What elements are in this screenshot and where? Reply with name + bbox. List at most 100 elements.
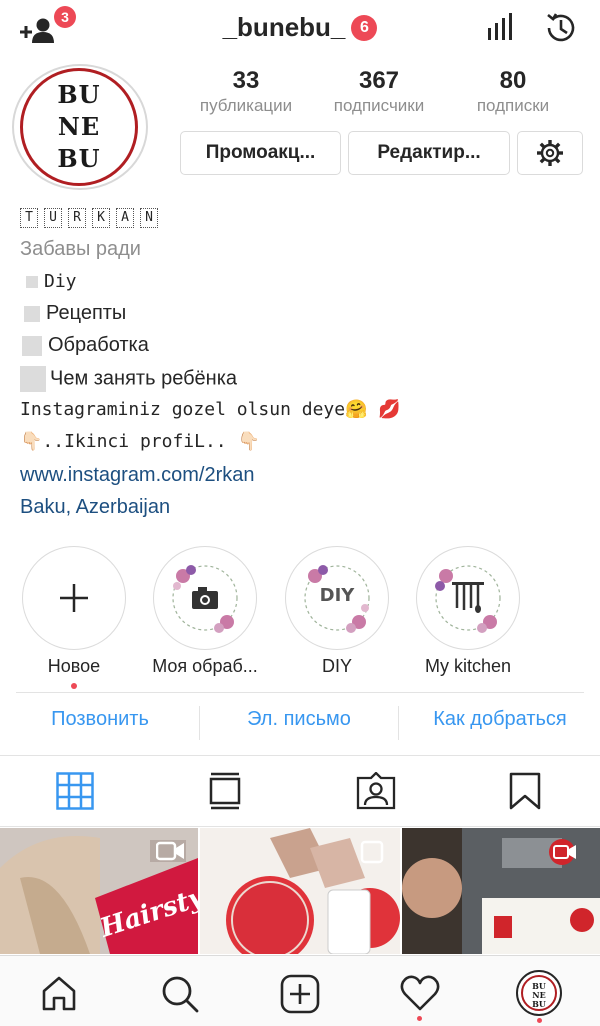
avatar-logo-text: NE (57, 112, 101, 141)
bio-item: Рецепты (46, 302, 127, 324)
bio-line: Рецепты (20, 302, 126, 325)
edit-profile-button[interactable]: Редактир... (348, 131, 510, 175)
add-post-icon (280, 974, 320, 1014)
location-link[interactable]: Baku, Azerbaijan (20, 496, 170, 519)
email-button[interactable]: Эл. письмо (215, 708, 383, 731)
search-icon (162, 976, 199, 1013)
bar-chart-icon (488, 13, 512, 40)
bio-item: Чем занять ребёнка (50, 367, 238, 390)
name-letter: A (116, 208, 134, 228)
tab-feed[interactable] (208, 772, 242, 815)
tab-saved[interactable] (508, 772, 542, 815)
name-letter: K (92, 208, 110, 228)
highlight-circle: DIY (285, 546, 389, 650)
profile-name: TURKAN (20, 206, 164, 228)
archive-button[interactable] (543, 10, 579, 51)
stat-posts-count: 33 (232, 67, 260, 94)
bio-line: Обработка (20, 334, 149, 357)
square-bullet-icon (20, 366, 46, 392)
stat-posts-label: публикации (199, 96, 293, 115)
video-icon (549, 839, 576, 865)
stat-following[interactable]: 80 подписки (448, 66, 578, 116)
highlight-circle (416, 546, 520, 650)
highlight-kitchen[interactable]: My kitchen (416, 546, 520, 676)
bio-line: Diy (20, 270, 77, 293)
tagged-person-icon (356, 771, 396, 810)
post-thumbnail[interactable] (200, 828, 400, 954)
stat-followers-count: 367 (358, 67, 400, 94)
post-thumbnail[interactable]: Hairstyle (0, 828, 198, 954)
nav-new-post[interactable] (280, 974, 320, 1019)
highlight-label: Моя обраб... (152, 656, 258, 676)
divider (398, 706, 399, 740)
highlight-new[interactable]: Новое (22, 546, 126, 689)
settings-button[interactable] (517, 131, 583, 175)
tab-grid[interactable] (56, 772, 94, 815)
name-letter: T (20, 208, 38, 228)
plus-icon (60, 584, 88, 612)
nav-activity[interactable] (400, 974, 440, 1017)
new-indicator-dot (71, 683, 77, 689)
website-link[interactable]: www.instagram.com/2rkan (20, 464, 255, 487)
bio-line: Чем занять ребёнка (20, 366, 237, 392)
home-icon (42, 976, 76, 1011)
stat-posts[interactable]: 33 публикации (181, 66, 311, 116)
stat-followers[interactable]: 367 подписчики (314, 66, 444, 116)
top-bar: 3 _bunebu_ 6 (0, 0, 600, 58)
divider (0, 826, 600, 827)
directions-button[interactable]: Как добраться (412, 708, 588, 731)
square-bullet-icon (22, 335, 42, 356)
video-icon (156, 841, 184, 861)
feed-icon (209, 772, 241, 810)
history-icon (547, 13, 575, 42)
divider (16, 692, 584, 693)
username-title[interactable]: _bunebu_ (223, 12, 346, 42)
diy-text: DIY (319, 585, 355, 606)
highlight-label: DIY (321, 656, 352, 676)
bio-text: Instagraminiz gozel olsun deye🤗 💋 (20, 399, 401, 420)
stat-following-count: 80 (499, 67, 527, 94)
nav-profile[interactable]: BU NE BU (516, 970, 562, 1016)
profile-category: Забавы ради (20, 238, 141, 260)
name-letter: R (68, 208, 86, 228)
account-badge: 6 (351, 14, 378, 41)
nav-search[interactable] (160, 974, 200, 1019)
camera-icon (192, 587, 218, 609)
square-bullet-icon (26, 275, 38, 288)
insights-button[interactable] (486, 12, 516, 47)
highlight-circle (153, 546, 257, 650)
call-button[interactable]: Позвонить (22, 708, 178, 731)
stat-following-label: подписки (476, 96, 550, 115)
avatar-logo-text: BU (532, 999, 546, 1009)
activity-indicator-dot (417, 1016, 422, 1021)
bio-item: Diy (44, 271, 77, 292)
post-thumbnail[interactable] (402, 828, 600, 954)
gear-icon (537, 140, 563, 166)
tab-tagged[interactable] (356, 771, 396, 815)
profile-indicator-dot (537, 1018, 542, 1023)
avatar-logo-text: BU (57, 80, 101, 109)
grid-icon (56, 772, 94, 810)
highlight-diy[interactable]: DIY DIY (285, 546, 389, 676)
nav-home[interactable] (40, 974, 78, 1017)
profile-avatar-small: BU NE BU (516, 970, 562, 1016)
divider (0, 755, 600, 756)
avatar-logo: BU NE BU (20, 68, 138, 186)
bottom-navigation: BU NE BU (0, 955, 600, 1026)
bio-text: 👇🏻..Ikinci profiL.. 👇🏻 (20, 431, 260, 452)
highlight-label: Новое (47, 656, 101, 676)
divider (199, 706, 200, 740)
name-letter: U (44, 208, 62, 228)
bookmark-icon (509, 772, 541, 810)
multiple-posts-icon (360, 840, 384, 864)
avatar-logo-text: BU (57, 144, 101, 173)
highlight-editing[interactable]: Моя обраб... (152, 546, 258, 676)
name-letter: N (140, 208, 158, 228)
promotions-button[interactable]: Промоакц... (180, 131, 341, 175)
bio-item: Обработка (48, 334, 149, 356)
highlight-circle (22, 546, 126, 650)
highlight-label: My kitchen (424, 656, 512, 676)
profile-avatar[interactable]: BU NE BU (12, 64, 148, 190)
kitchen-utensils-icon (452, 582, 484, 613)
stat-followers-label: подписчики (333, 96, 425, 115)
